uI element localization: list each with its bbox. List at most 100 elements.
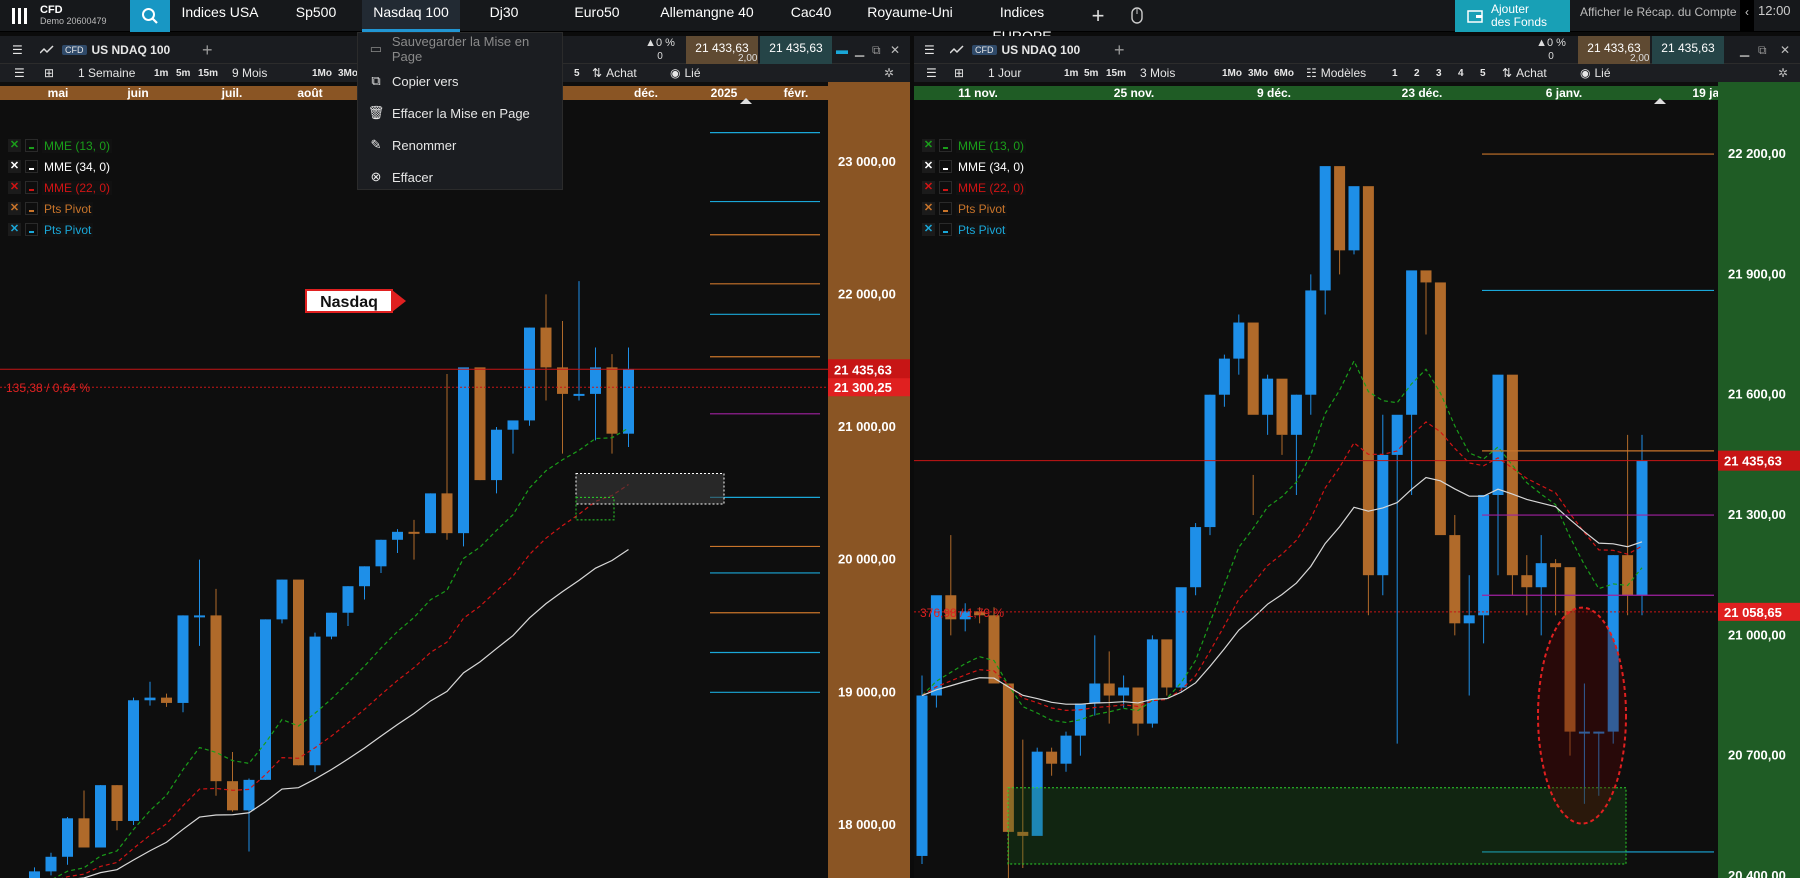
- settings-gear-icon[interactable]: ✲: [884, 64, 894, 82]
- chart-type-icon[interactable]: [950, 36, 964, 64]
- draw-panel-icon[interactable]: ☰: [926, 64, 937, 82]
- color-swatch[interactable]: [939, 139, 952, 152]
- tf-3mo[interactable]: 3Mo: [338, 64, 358, 82]
- account-summary-link[interactable]: Afficher le Récap. du Compte: [1580, 0, 1740, 32]
- remove-indicator-icon[interactable]: ✕: [8, 202, 21, 215]
- chart-left[interactable]: mai juin juil. août déc. 2025 févr. 23 000,00 22…: [0, 82, 910, 878]
- layout-4[interactable]: 4: [1458, 64, 1464, 82]
- instrument-symbol[interactable]: US NDAQ 100: [92, 43, 171, 57]
- buy-toggle[interactable]: ⇅ Achat: [592, 64, 637, 82]
- menu-item-renommer[interactable]: ✎ Renommer: [358, 129, 562, 161]
- tf-15m[interactable]: 15m: [1106, 64, 1126, 82]
- menu-icon[interactable]: ☰: [12, 36, 23, 64]
- legend-item[interactable]: ✕ MME (13, 0): [8, 135, 113, 156]
- tab-indices-europe[interactable]: Indices EUROPE: [966, 0, 1078, 44]
- legend-item[interactable]: ✕ MME (34, 0): [922, 156, 1026, 177]
- layout-3[interactable]: 3: [1436, 64, 1442, 82]
- tab-dj30[interactable]: Dj30: [460, 0, 548, 32]
- tab-royaume-uni[interactable]: Royaume-Uni: [854, 0, 966, 32]
- instrument-symbol[interactable]: US NDAQ 100: [1002, 43, 1081, 57]
- tab-cac40[interactable]: Cac40: [768, 0, 854, 32]
- color-swatch[interactable]: [939, 160, 952, 173]
- color-swatch[interactable]: [25, 160, 38, 173]
- range-select[interactable]: 3 Mois: [1140, 64, 1175, 82]
- mouse-icon[interactable]: [1118, 0, 1158, 32]
- legend-item[interactable]: ✕ Pts Pivot: [922, 198, 1026, 219]
- chevron-left-icon[interactable]: ‹: [1740, 0, 1754, 32]
- legend-item[interactable]: ✕ Pts Pivot: [922, 219, 1026, 240]
- range-select[interactable]: 9 Mois: [232, 64, 267, 82]
- tf-6mo[interactable]: 6Mo: [1274, 64, 1294, 82]
- tf-1m[interactable]: 1m: [1064, 64, 1078, 82]
- remove-indicator-icon[interactable]: ✕: [8, 181, 21, 194]
- tf-3mo[interactable]: 3Mo: [1248, 64, 1268, 82]
- ask-price[interactable]: 21 435,63 2,00: [738, 36, 832, 64]
- remove-indicator-icon[interactable]: ✕: [922, 160, 935, 173]
- tf-5m[interactable]: 5m: [1084, 64, 1098, 82]
- color-swatch[interactable]: [25, 223, 38, 236]
- period-select[interactable]: 1 Semaine: [78, 64, 135, 82]
- color-swatch[interactable]: [25, 202, 38, 215]
- link-toggle[interactable]: ◉ Lié: [670, 64, 701, 82]
- legend-item[interactable]: ✕ MME (13, 0): [922, 135, 1027, 156]
- remove-indicator-icon[interactable]: ✕: [8, 223, 21, 236]
- remove-indicator-icon[interactable]: ✕: [8, 160, 21, 173]
- add-funds-button[interactable]: Ajouter des Fonds: [1455, 0, 1570, 32]
- layout-5[interactable]: 5: [1480, 64, 1486, 82]
- legend-item[interactable]: ✕ MME (34, 0): [8, 156, 112, 177]
- tf-extra[interactable]: 5: [574, 64, 580, 82]
- grid-layout-icon[interactable]: ⊞: [44, 64, 54, 82]
- color-swatch[interactable]: [25, 181, 38, 194]
- color-swatch[interactable]: [939, 181, 952, 194]
- legend-item[interactable]: ✕ MME (22, 0): [922, 177, 1027, 198]
- remove-indicator-icon[interactable]: ✕: [922, 202, 935, 215]
- buy-toggle[interactable]: ⇅ Achat: [1502, 64, 1547, 82]
- tf-1mo[interactable]: 1Mo: [1222, 64, 1242, 82]
- add-instrument-icon[interactable]: +: [1114, 36, 1125, 64]
- menu-item-copier-vers[interactable]: ⧉ Copier vers: [358, 65, 562, 97]
- chart-type-icon[interactable]: [40, 36, 54, 64]
- add-instrument-icon[interactable]: +: [202, 36, 213, 64]
- draw-panel-icon[interactable]: ☰: [14, 64, 25, 82]
- tf-1mo[interactable]: 1Mo: [312, 64, 332, 82]
- menu-item-effacer-la-mise-en-page[interactable]: 🗑 Effacer la Mise en Page: [358, 97, 562, 129]
- tab-euro50[interactable]: Euro50: [548, 0, 646, 32]
- link-toggle[interactable]: ◉ Lié: [1580, 64, 1611, 82]
- tab-allemangne-40[interactable]: Allemangne 40: [646, 0, 768, 32]
- close-icon[interactable]: ✕: [1780, 36, 1790, 64]
- ask-price[interactable]: 21 435,63 2,00: [1630, 36, 1724, 64]
- popout-icon[interactable]: ⧉: [872, 36, 881, 64]
- grid-layout-icon[interactable]: ⊞: [954, 64, 964, 82]
- layout-2[interactable]: 2: [1414, 64, 1420, 82]
- settings-gear-icon[interactable]: ✲: [1778, 64, 1788, 82]
- minimize-icon[interactable]: ▁: [855, 36, 864, 64]
- legend-item[interactable]: ✕ MME (22, 0): [8, 177, 113, 198]
- menu-item-sauvegarder-la-mise-en-page[interactable]: ▭ Sauvegarder la Mise en Page: [358, 33, 562, 65]
- tf-15m[interactable]: 15m: [198, 64, 218, 82]
- color-swatch[interactable]: [25, 139, 38, 152]
- remove-indicator-icon[interactable]: ✕: [922, 139, 935, 152]
- search-button[interactable]: [130, 0, 170, 32]
- legend-item[interactable]: ✕ Pts Pivot: [8, 198, 112, 219]
- add-tab-icon[interactable]: +: [1078, 0, 1118, 32]
- remove-indicator-icon[interactable]: ✕: [922, 223, 935, 236]
- brand[interactable]: CFD Demo 20600479: [0, 0, 130, 32]
- tab-nasdaq-100[interactable]: Nasdaq 100: [362, 0, 460, 32]
- models-button[interactable]: ☷ Modèles: [1306, 64, 1366, 82]
- remove-indicator-icon[interactable]: ✕: [8, 139, 21, 152]
- tab-sp500[interactable]: Sp500: [270, 0, 362, 32]
- menu-icon[interactable]: ☰: [924, 36, 935, 64]
- tab-indices-usa[interactable]: Indices USA: [170, 0, 270, 32]
- minimize-icon[interactable]: ▁: [1740, 36, 1749, 64]
- layout-1[interactable]: 1: [1392, 64, 1398, 82]
- menu-item-effacer[interactable]: ⊗ Effacer: [358, 161, 562, 193]
- color-swatch[interactable]: [939, 223, 952, 236]
- period-select[interactable]: 1 Jour: [988, 64, 1021, 82]
- close-icon[interactable]: ✕: [890, 36, 900, 64]
- chart-right[interactable]: 11 nov. 25 nov. 9 déc. 23 déc. 6 janv. 19 jan…: [914, 82, 1800, 878]
- tf-5m[interactable]: 5m: [176, 64, 190, 82]
- tf-1m[interactable]: 1m: [154, 64, 168, 82]
- popout-icon[interactable]: ⧉: [1758, 36, 1767, 64]
- color-swatch[interactable]: [939, 202, 952, 215]
- legend-item[interactable]: ✕ Pts Pivot: [8, 219, 112, 240]
